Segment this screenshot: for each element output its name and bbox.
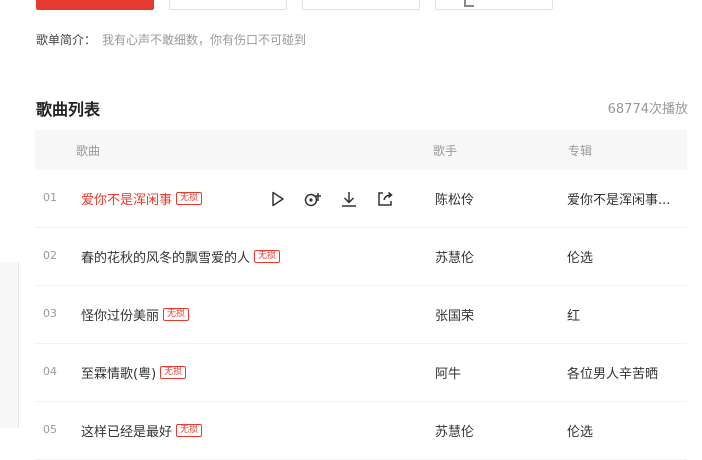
table-row[interactable]: 04 至霖情歌(粤) 无损 阿牛 各位男人辛苦晒 (35, 344, 687, 402)
song-title-link[interactable]: 爱你不是浑闲事 (81, 189, 172, 208)
track-number: 05 (43, 423, 57, 436)
lossless-badge: 无损 (176, 192, 203, 205)
comment-button[interactable] (302, 0, 420, 10)
table-row[interactable]: 01 爱你不是浑闲事 无损 陈松伶 爱你不是浑闲事... (35, 170, 687, 228)
track-number: 04 (43, 365, 57, 378)
song-cell: 春的花秋的风冬的飘雪爱的人 无损 (81, 247, 281, 266)
collect-button[interactable] (169, 0, 287, 10)
row-actions (267, 189, 395, 209)
table-header: 歌曲 歌手 专辑 (35, 130, 687, 170)
intro-label: 歌单简介： (36, 33, 97, 47)
album-link[interactable]: 伦选 (567, 421, 682, 440)
lossless-badge: 无损 (160, 366, 187, 379)
song-cell: 怪你过份美丽 无损 (81, 305, 190, 324)
play-count: 68774次播放 (607, 102, 688, 117)
share-icon[interactable] (375, 189, 395, 209)
track-number: 01 (43, 191, 57, 204)
header-song: 歌曲 (76, 144, 101, 158)
song-title-link[interactable]: 这样已经是最好 (81, 421, 172, 440)
table-row[interactable]: 05 这样已经是最好 无损 苏慧伦 伦选 (35, 402, 687, 460)
song-cell: 至霖情歌(粤) 无损 (81, 363, 187, 382)
song-title-link[interactable]: 至霖情歌(粤) (81, 363, 156, 382)
lossless-badge: 无损 (254, 250, 281, 263)
lossless-badge: 无损 (176, 424, 203, 437)
album-link[interactable]: 红 (567, 305, 682, 324)
album-link[interactable]: 伦选 (567, 247, 682, 266)
song-title-link[interactable]: 春的花秋的风冬的飘雪爱的人 (81, 247, 250, 266)
singer-link[interactable]: 陈松伶 (435, 189, 474, 208)
header-album: 专辑 (568, 144, 593, 158)
track-number: 02 (43, 249, 57, 262)
lossless-badge: 无损 (163, 308, 190, 321)
song-list-title: 歌曲列表 (36, 100, 101, 119)
album-link[interactable]: 各位男人辛苦晒 (567, 363, 682, 382)
share-icon (464, 0, 474, 7)
singer-link[interactable]: 张国荣 (435, 305, 474, 324)
song-cell: 爱你不是浑闲事 无损 (81, 189, 203, 208)
table-row[interactable]: 03 怪你过份美丽 无损 张国荣 红 (35, 286, 687, 344)
add-to-playlist-icon[interactable] (303, 189, 323, 209)
header-singer: 歌手 (433, 144, 458, 158)
intro-text: 我有心声不敢细数，你有伤口不可碰到 (102, 33, 307, 47)
singer-link[interactable]: 苏慧伦 (435, 421, 474, 440)
side-panel-edge (0, 262, 19, 428)
play-all-button[interactable] (36, 0, 154, 10)
share-button[interactable] (435, 0, 553, 10)
song-cell: 这样已经是最好 无损 (81, 421, 203, 440)
song-title-link[interactable]: 怪你过份美丽 (81, 305, 159, 324)
album-link[interactable]: 爱你不是浑闲事... (567, 189, 682, 208)
playlist-intro: 歌单简介： 我有心声不敢细数，你有伤口不可碰到 (36, 32, 306, 48)
table-row[interactable]: 02 春的花秋的风冬的飘雪爱的人 无损 苏慧伦 伦选 (35, 228, 687, 286)
download-icon[interactable] (339, 189, 359, 209)
singer-link[interactable]: 苏慧伦 (435, 247, 474, 266)
singer-link[interactable]: 阿牛 (435, 363, 461, 382)
track-number: 03 (43, 307, 57, 320)
play-icon[interactable] (267, 189, 287, 209)
